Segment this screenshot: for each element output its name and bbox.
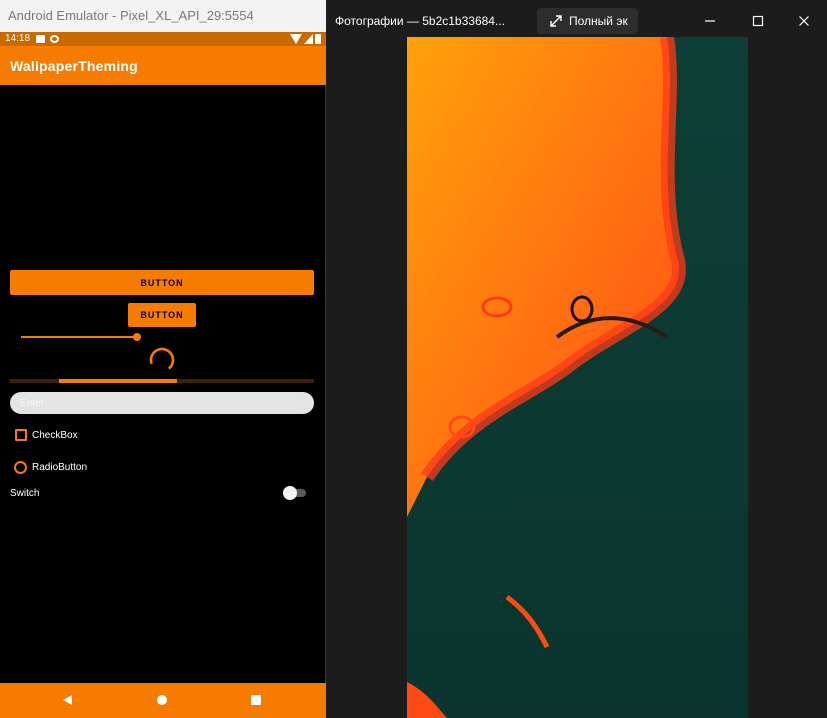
app-title: WallpaperTheming	[10, 58, 138, 74]
seek-bar-track	[21, 336, 137, 338]
maximize-icon	[752, 15, 764, 27]
minimize-icon	[705, 20, 715, 22]
navigation-bar	[0, 683, 326, 718]
recents-icon[interactable]	[251, 695, 261, 705]
checkbox-label[interactable]: CheckBox	[32, 430, 78, 441]
progress-indicator	[58, 379, 178, 383]
minimize-button[interactable]	[695, 8, 725, 34]
radio-button-label[interactable]: RadioButton	[32, 462, 87, 473]
photos-window-title: Фотографии — 5b2c1b33684...	[335, 14, 505, 28]
maximize-button[interactable]	[743, 8, 773, 34]
app-bar: WallpaperTheming	[0, 46, 326, 85]
switch-thumb[interactable]	[283, 486, 297, 500]
battery-icon	[315, 34, 321, 44]
notification-icon	[36, 35, 45, 43]
emulator-window: Android Emulator - Pixel_XL_API_29:5554 …	[0, 0, 326, 718]
fullscreen-button[interactable]: Полный эк	[537, 8, 638, 34]
edit-text-field[interactable]	[10, 392, 314, 414]
switch-label[interactable]: Switch	[10, 488, 39, 499]
desktop: Android Emulator - Pixel_XL_API_29:5554 …	[0, 0, 827, 718]
checkbox[interactable]	[15, 429, 27, 441]
photos-window: Фотографии — 5b2c1b33684... Полный эк	[327, 0, 827, 718]
wifi-icon	[290, 34, 302, 44]
expand-icon	[550, 15, 562, 27]
small-button[interactable]: BUTTON	[128, 303, 196, 327]
status-bar: 14:18	[0, 32, 326, 46]
back-icon[interactable]	[63, 695, 72, 705]
seek-bar-thumb[interactable]	[133, 333, 141, 341]
home-icon[interactable]	[157, 695, 167, 705]
close-icon	[799, 16, 809, 26]
fullscreen-label: Полный эк	[569, 14, 628, 28]
signal-icon	[304, 34, 313, 44]
horizontal-progress-bar	[10, 379, 314, 383]
seek-bar[interactable]	[21, 332, 141, 342]
wallpaper-image	[407, 37, 748, 718]
sync-icon	[50, 35, 59, 43]
wide-button[interactable]: BUTTON	[10, 270, 314, 295]
circular-progress-spinner	[149, 347, 175, 373]
status-time: 14:18	[5, 33, 31, 44]
emulator-window-title: Android Emulator - Pixel_XL_API_29:5554	[0, 0, 326, 32]
radio-button[interactable]	[14, 461, 27, 474]
close-button[interactable]	[789, 8, 819, 34]
